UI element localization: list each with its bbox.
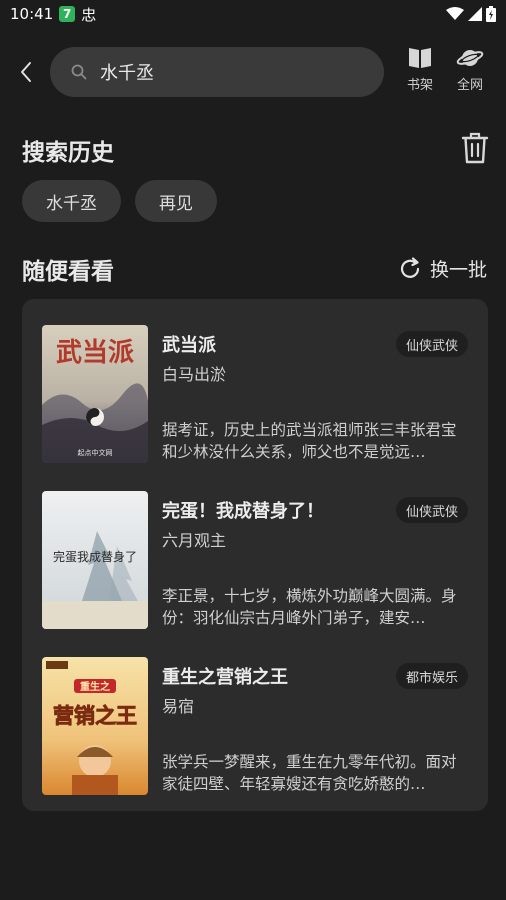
clear-history-button[interactable] xyxy=(460,131,490,165)
book-author: 易宿 xyxy=(162,697,195,716)
refresh-label: 换一批 xyxy=(430,259,488,281)
genre-tag: 都市娱乐 xyxy=(395,663,468,689)
search-box[interactable] xyxy=(50,47,384,97)
bug-icon: 忠 xyxy=(81,5,97,24)
status-icons xyxy=(446,6,496,22)
book-item[interactable]: 重生之 营销之王 重生之营销之王 易宿 都市娱乐 张学兵一梦醒来，重生在九零年代… xyxy=(42,657,472,797)
book-cover: 重生之 营销之王 xyxy=(42,657,148,795)
random-browse-title: 随便看看 xyxy=(22,259,114,285)
cover-footer-text: 起点中文网 xyxy=(78,448,113,457)
refresh-batch-button[interactable]: 换一批 xyxy=(398,255,487,282)
book-title: 完蛋！我成替身了！ xyxy=(162,501,324,522)
chevron-left-icon xyxy=(21,62,31,82)
book-item[interactable]: 武当派 起点中文网 武当派 白马出淤 仙侠武侠 据考证，历史上的武当派祖师张三丰… xyxy=(42,325,472,465)
back-button[interactable] xyxy=(14,58,38,86)
planet-icon xyxy=(456,50,484,66)
recommendation-card: 武当派 起点中文网 武当派 白马出淤 仙侠武侠 据考证，历史上的武当派祖师张三丰… xyxy=(22,299,488,811)
book-author: 白马出淤 xyxy=(162,365,227,384)
all-web-label: 全网 xyxy=(456,78,483,93)
genre-tag: 仙侠武侠 xyxy=(395,497,468,523)
search-icon xyxy=(71,64,87,80)
status-time: 10:41 xyxy=(10,5,54,23)
book-description: 张学兵一梦醒来，重生在九零年代初。面对家徒四壁、年轻寡嫂还有贪吃娇憨的… xyxy=(162,753,457,793)
signal-icon xyxy=(468,7,482,21)
all-web-button[interactable]: 全网 xyxy=(450,46,490,98)
wifi-icon xyxy=(446,7,464,20)
cover-title-text: 完蛋我成替身了 xyxy=(53,549,137,564)
status-bar: 10:41 7 忠 xyxy=(0,0,506,28)
book-cover: 完蛋我成替身了 xyxy=(42,491,148,629)
cover-top-text: 重生之 xyxy=(80,680,110,693)
refresh-icon xyxy=(400,256,420,278)
history-chip[interactable]: 水千丞 xyxy=(22,180,121,222)
book-description: 据考证，历史上的武当派祖师张三丰张君宝和少林没什么关系，师父也不是觉远… xyxy=(162,421,457,461)
cover-main-text: 营销之王 xyxy=(53,704,137,728)
history-chip[interactable]: 再见 xyxy=(135,180,217,222)
book-author: 六月观主 xyxy=(162,531,227,550)
book-cover: 武当派 起点中文网 xyxy=(42,325,148,463)
book-item[interactable]: 完蛋我成替身了 完蛋！我成替身了！ 六月观主 仙侠武侠 李正景，十七岁，横炼外功… xyxy=(42,491,472,631)
cover-title-text: 武当派 xyxy=(56,338,134,368)
app-notification-icon: 7 xyxy=(59,6,76,22)
search-input[interactable] xyxy=(100,61,350,83)
book-title: 武当派 xyxy=(162,335,216,356)
genre-tag: 仙侠武侠 xyxy=(395,331,468,357)
history-chips: 水千丞 再见 xyxy=(22,180,217,222)
book-description: 李正景，十七岁，横炼外功巅峰大圆满。身份：羽化仙宗古月峰外门弟子，建安… xyxy=(162,587,457,627)
bookshelf-button[interactable]: 书架 xyxy=(400,46,440,98)
battery-icon xyxy=(486,6,496,22)
book-title: 重生之营销之王 xyxy=(162,667,288,688)
search-history-title: 搜索历史 xyxy=(22,140,114,166)
trash-icon xyxy=(461,132,489,164)
search-header: 书架 全网 xyxy=(0,44,506,100)
bookshelf-icon xyxy=(409,48,431,68)
bookshelf-label: 书架 xyxy=(406,78,433,93)
